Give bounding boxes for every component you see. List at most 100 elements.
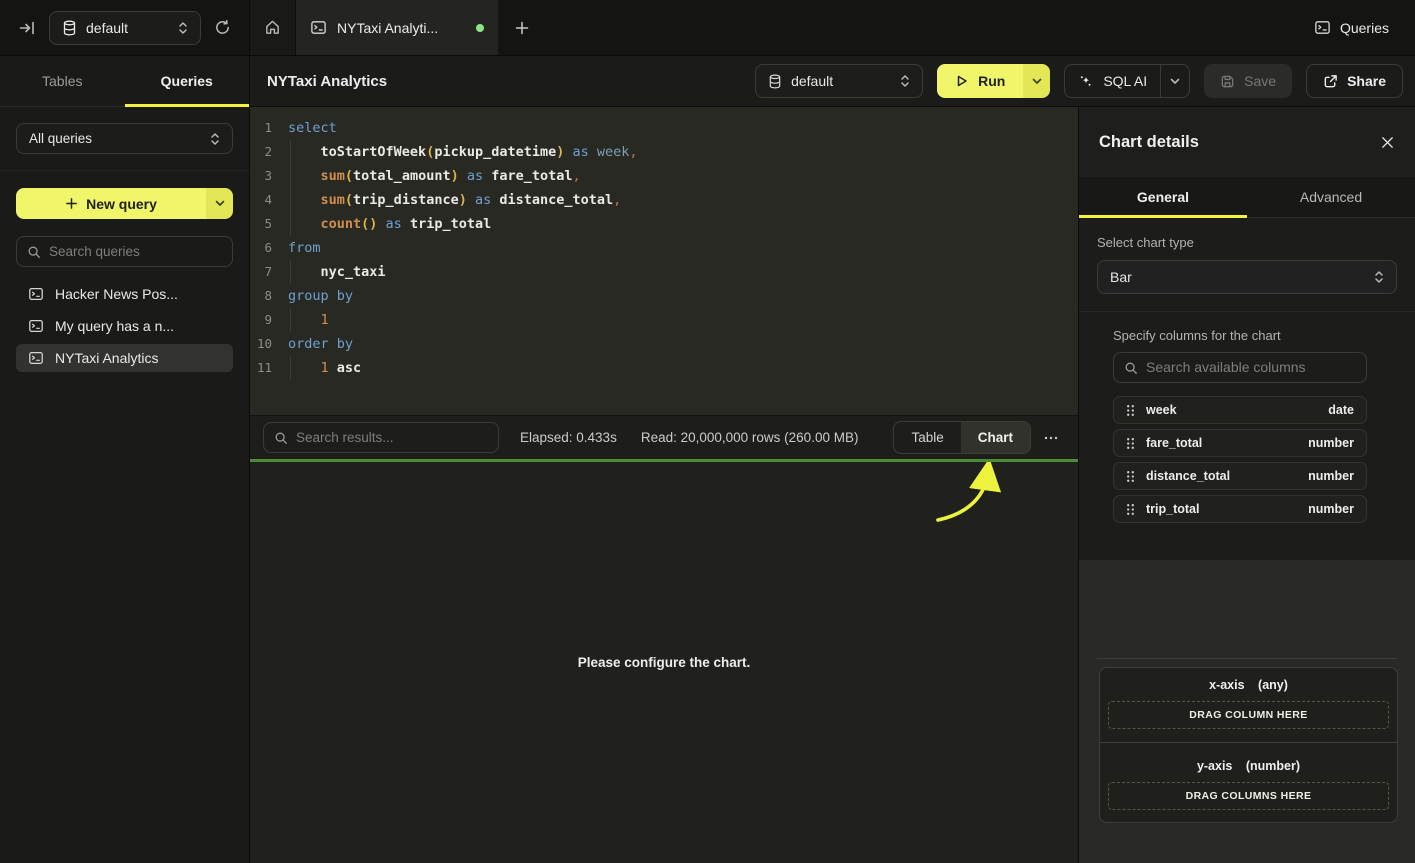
code-line[interactable]: 7 nyc_taxi [250,260,1078,284]
new-query-label: New query [86,196,157,212]
code-line[interactable]: 9 1 [250,308,1078,332]
sidebar-divider [0,170,249,171]
query-list-item-selected[interactable]: NYTaxi Analytics [16,344,233,372]
query-list-item[interactable]: Hacker News Pos... [16,280,233,308]
read-stat: Read: 20,000,000 rows (260.00 MB) [641,430,859,445]
token-pl [288,144,321,160]
code-line[interactable]: 8group by [250,284,1078,308]
column-row-trip-total[interactable]: trip_total number [1113,495,1367,523]
token-id: fare_total [491,168,572,184]
new-query-dropdown[interactable] [206,188,233,219]
code-line[interactable]: 6from [250,236,1078,260]
run-options-dropdown[interactable] [1023,64,1050,98]
code-line[interactable]: 4 sum(trip_distance) as distance_total, [250,188,1078,212]
query-console-icon [1314,19,1331,36]
y-axis-type: (number) [1246,759,1300,773]
y-axis-drop-zone[interactable]: DRAG COLUMNS HERE [1108,782,1389,810]
code-content: count() as trip_total [280,212,491,236]
y-axis-label-row: y-axis (number) [1108,759,1389,773]
top-database-selector[interactable]: default [49,11,201,45]
tab-nytaxi-analytics[interactable]: NYTaxi Analyti... [296,0,498,55]
collapse-sidebar-button[interactable] [18,19,36,37]
column-row-fare-total[interactable]: fare_total number [1113,429,1367,457]
column-row-week[interactable]: week date [1113,396,1367,424]
drag-handle-icon[interactable] [1126,503,1135,516]
chart-details-title: Chart details [1099,133,1199,152]
query-header: NYTaxi Analytics default Run [250,56,1415,107]
sql-ai-button[interactable]: SQL AI [1065,65,1160,97]
view-tab-table[interactable]: Table [894,422,960,453]
new-query-button[interactable]: New query [16,188,233,219]
run-database-selector[interactable]: default [755,64,923,98]
drag-handle-icon[interactable] [1126,470,1135,483]
code-line[interactable]: 3 sum(total_amount) as fare_total, [250,164,1078,188]
indent-guide [290,188,291,212]
tab-strip: NYTaxi Analyti... Queries [250,0,1415,55]
query-search[interactable] [16,236,233,267]
query-list-item[interactable]: My query has a n... [16,312,233,340]
sql-editor[interactable]: 1select2 toStartOfWeek(pickup_datetime) … [250,107,1078,415]
code-line[interactable]: 11 1 asc [250,356,1078,380]
results-more-button[interactable] [1043,430,1059,446]
sidebar-tab-queries[interactable]: Queries [125,56,250,106]
indent-guide [290,356,291,380]
token-kw: as [377,216,410,232]
line-number: 10 [250,332,280,356]
code-line[interactable]: 1select [250,116,1078,140]
refresh-button[interactable] [214,19,231,36]
code-content: nyc_taxi [280,260,386,284]
query-console-icon [310,19,327,36]
sidebar-tab-tables[interactable]: Tables [0,56,125,106]
queries-link[interactable]: Queries [1288,0,1415,55]
home-button[interactable] [250,0,296,55]
run-button-group: Run [937,64,1050,98]
indent-guide [290,308,291,332]
results-search-input[interactable] [296,430,488,445]
token-fn: sum [321,168,345,184]
tab-general[interactable]: General [1079,177,1247,217]
close-icon [1380,135,1395,150]
run-button[interactable]: Run [937,64,1023,98]
code-content: select [280,116,337,140]
token-id: toStartOfWeek [321,144,427,160]
new-query-main[interactable]: New query [16,188,206,219]
x-axis-type: (any) [1258,678,1288,692]
column-row-distance-total[interactable]: distance_total number [1113,462,1367,490]
token-fn: count [321,216,362,232]
view-tab-chart[interactable]: Chart [961,422,1030,453]
query-search-input[interactable] [49,244,222,259]
share-button[interactable]: Share [1306,64,1403,98]
close-panel-button[interactable] [1380,135,1395,150]
query-filter-select[interactable]: All queries [16,123,233,154]
chart-type-select[interactable]: Bar [1097,260,1397,294]
column-list: week date fare_total number [1113,396,1367,523]
x-axis-drop-zone[interactable]: DRAG COLUMN HERE [1108,701,1389,729]
plus-icon [65,197,78,210]
line-number: 8 [250,284,280,308]
results-search[interactable] [263,422,499,453]
code-content: sum(trip_distance) as distance_total, [280,188,621,212]
code-content: group by [280,284,353,308]
tab-advanced[interactable]: Advanced [1247,177,1415,217]
columns-search[interactable] [1113,352,1367,383]
drag-handle-icon[interactable] [1126,437,1135,450]
token-kw: as [459,168,492,184]
token-pl [288,312,321,328]
line-number: 11 [250,356,280,380]
drag-handle-icon[interactable] [1126,404,1135,417]
search-icon [274,431,288,445]
new-tab-button[interactable] [498,0,546,55]
column-name: distance_total [1146,469,1230,483]
chart-empty-message: Please configure the chart. [250,655,1078,670]
columns-search-input[interactable] [1146,360,1356,375]
sidebar-content: All queries New query [0,107,249,388]
x-axis-label: x-axis [1209,678,1244,692]
token-num: 1 [321,312,329,328]
footer-divider [1097,658,1397,659]
code-line[interactable]: 10order by [250,332,1078,356]
code-line[interactable]: 5 count() as trip_total [250,212,1078,236]
sql-ai-dropdown[interactable] [1160,65,1189,97]
column-type: date [1328,403,1354,417]
code-line[interactable]: 2 toStartOfWeek(pickup_datetime) as week… [250,140,1078,164]
save-button[interactable]: Save [1204,64,1292,98]
